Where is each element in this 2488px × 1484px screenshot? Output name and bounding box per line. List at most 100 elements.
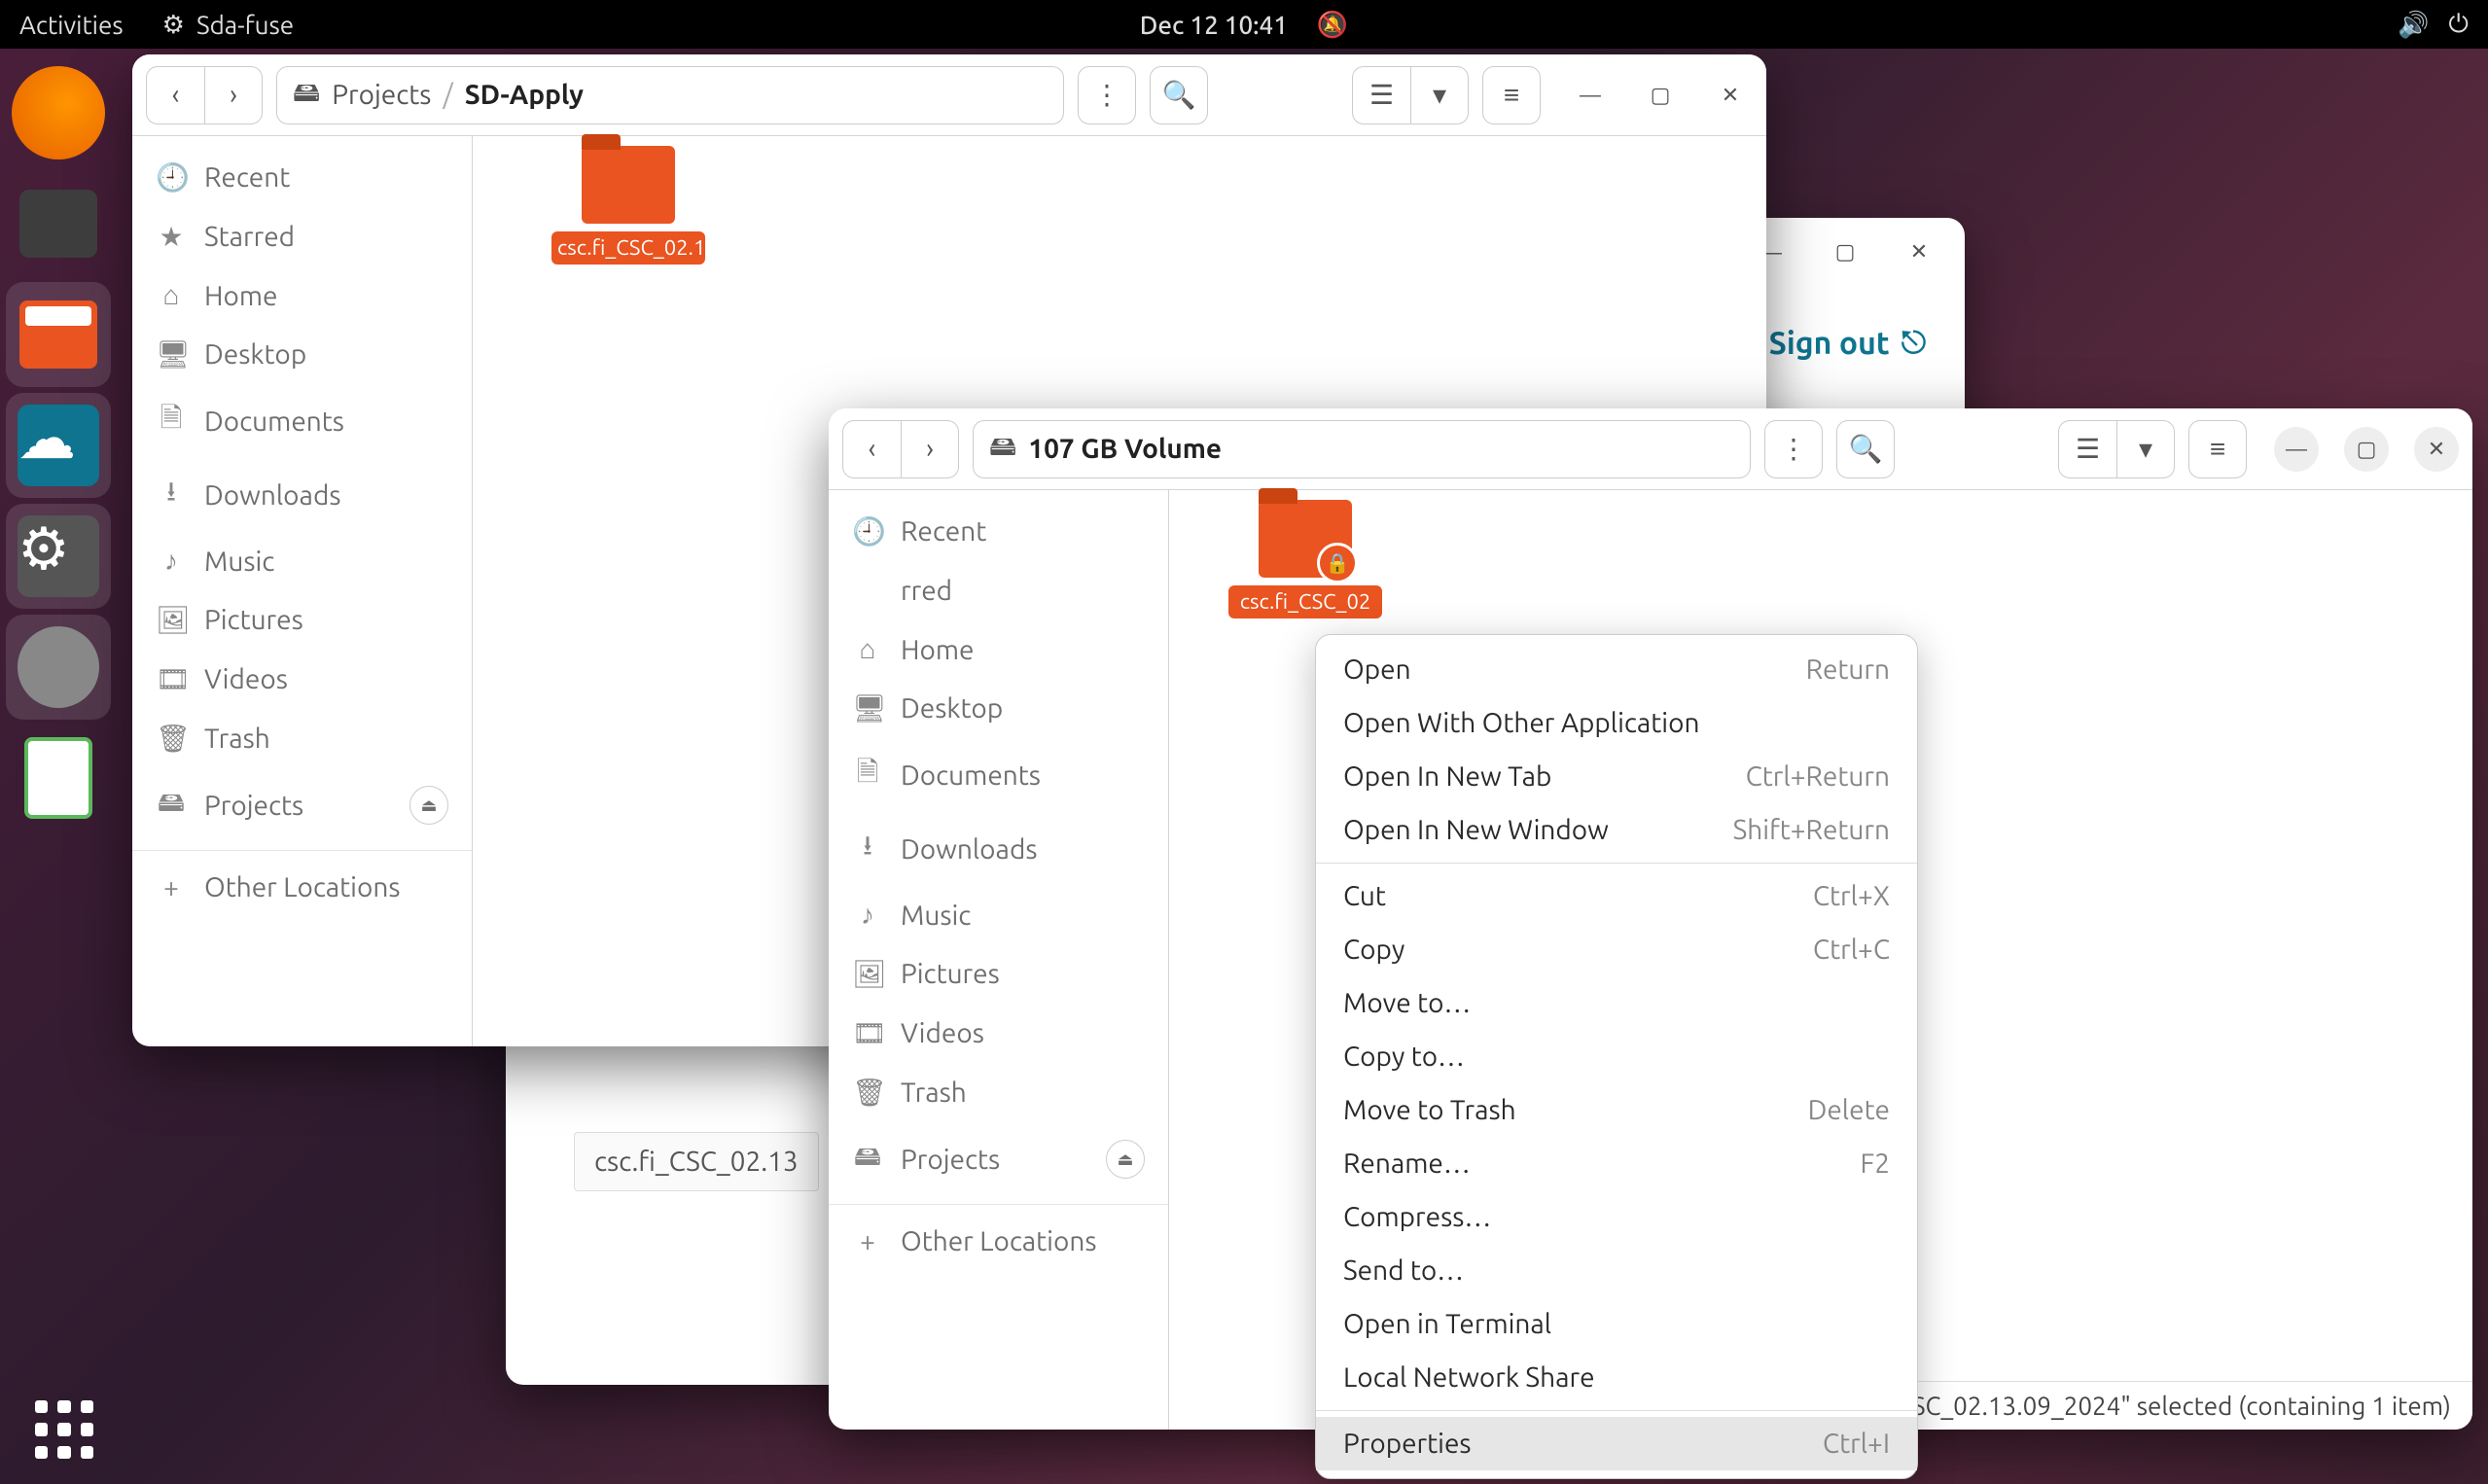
sidebar-videos[interactable]: 🎞Videos [829,1004,1168,1063]
nav-back[interactable]: ‹ [842,420,901,478]
ctx-move-to[interactable]: Move to… [1316,976,1917,1030]
show-applications[interactable] [29,1395,99,1465]
sidebar-projects[interactable]: 🖴Projects⏏ [132,768,472,842]
minimize-button[interactable]: — [1568,73,1613,118]
ctx-open-with[interactable]: Open With Other Application [1316,696,1917,750]
sidebar-documents[interactable]: 🗎Documents [829,738,1168,812]
ctx-network-share[interactable]: Local Network Share [1316,1351,1917,1404]
ctx-move-trash[interactable]: Move to TrashDelete [1316,1083,1917,1137]
view-dropdown[interactable]: ▾ [2116,420,2175,478]
sidebar-starred[interactable]: ★rred [829,561,1168,620]
view-toggle: ☰ ▾ [1352,66,1469,124]
ctx-copy[interactable]: CopyCtrl+C [1316,923,1917,976]
dock-firefox[interactable] [6,60,111,165]
app-icon: ⚙ [162,10,185,40]
bg-maximize[interactable]: ▢ [1823,230,1867,274]
maximize-button[interactable]: ▢ [2344,427,2389,472]
dock-cloud-app[interactable]: ☁ [6,393,111,498]
nav-forward[interactable]: › [901,420,959,478]
sidebar-pictures[interactable]: 🖼Pictures [829,944,1168,1004]
sidebar-starred[interactable]: ★Starred [132,207,472,266]
crumb-sd-apply[interactable]: SD-Apply [465,80,584,110]
more-menu[interactable]: ⋮ [1764,420,1823,478]
breadcrumb[interactable]: 🖴 Projects / SD-Apply [276,66,1064,124]
sidebar-label: Home [204,281,278,311]
dock-settings[interactable]: ⚙ [6,504,111,609]
activities-button[interactable]: Activities [19,11,124,39]
folder-csc[interactable]: csc.fi_CSC_02.13.09_2024 [551,146,706,265]
sidebar-pictures[interactable]: 🖼Pictures [132,590,472,650]
ctx-send-to[interactable]: Send to… [1316,1244,1917,1297]
volume-icon[interactable]: 🔊 [2398,10,2429,40]
sidebar-label: Desktop [204,339,306,370]
sidebar-downloads[interactable]: ⭳Downloads [829,812,1168,886]
folder-csc-locked[interactable]: csc.fi_CSC_02 [1227,500,1383,618]
pictures-icon: 🖼 [156,604,187,636]
sidebar-desktop[interactable]: 🖥Desktop [829,679,1168,738]
ctx-cut[interactable]: CutCtrl+X [1316,869,1917,923]
sidebar-trash[interactable]: 🗑Trash [829,1063,1168,1122]
sidebar-home[interactable]: ⌂Home [132,266,472,325]
view-dropdown[interactable]: ▾ [1410,66,1469,124]
active-app[interactable]: ⚙ Sda-fuse [162,10,294,40]
dock-disks[interactable] [6,615,111,720]
ctx-compress[interactable]: Compress… [1316,1190,1917,1244]
ctx-open-window[interactable]: Open In New WindowShift+Return [1316,803,1917,857]
sidebar-recent[interactable]: 🕘Recent [132,148,472,207]
eject-icon[interactable]: ⏏ [409,786,448,825]
sidebar-videos[interactable]: 🎞Videos [132,650,472,709]
sidebar-label: Videos [901,1018,984,1048]
search-button[interactable]: 🔍 [1836,420,1895,478]
sidebar-other-locations[interactable]: +Other Locations [132,850,472,916]
ctx-properties[interactable]: PropertiesCtrl+I [1316,1417,1917,1470]
nav-forward[interactable]: › [204,66,263,124]
nav-back[interactable]: ‹ [146,66,204,124]
maximize-button[interactable]: ▢ [1638,73,1683,118]
crumb-volume[interactable]: 107 GB Volume [1028,434,1222,464]
dock-trash[interactable] [6,725,111,830]
ctx-open-terminal[interactable]: Open in Terminal [1316,1297,1917,1351]
sidebar-desktop[interactable]: 🖥 Desktop [132,325,472,384]
ctx-rename[interactable]: Rename…F2 [1316,1137,1917,1190]
notifications-icon[interactable]: 🔕 [1317,10,1348,40]
dock-terminal[interactable] [6,171,111,276]
close-button[interactable]: ✕ [2414,427,2459,472]
sidebar-projects[interactable]: 🖴Projects⏏ [829,1122,1168,1196]
bg-close[interactable]: ✕ [1897,230,1941,274]
sidebar-documents[interactable]: 🗎Documents [132,384,472,458]
sidebar-label: Recent [204,162,290,193]
view-list[interactable]: ☰ [2058,420,2116,478]
ctx-separator [1316,863,1917,864]
sidebar-trash[interactable]: 🗑Trash [132,709,472,768]
hamburger-menu[interactable]: ≡ [2188,420,2247,478]
power-icon[interactable]: ⏻ [2448,9,2469,40]
sidebar-label: Music [204,547,274,577]
ctx-copy-to[interactable]: Copy to… [1316,1030,1917,1083]
sidebar-label: Downloads [204,480,340,511]
desktop-icon: 🖥 [156,338,187,371]
sidebar-recent[interactable]: 🕘Recent [829,502,1168,561]
ctx-open[interactable]: OpenReturn [1316,643,1917,696]
crumb-projects[interactable]: Projects [332,80,431,110]
sidebar-other-locations[interactable]: +Other Locations [829,1204,1168,1270]
sign-out-button[interactable]: Sign out ⎋ [1769,325,1926,362]
plus-icon: + [156,872,187,902]
eject-icon[interactable]: ⏏ [1106,1140,1145,1179]
minimize-button[interactable]: — [2274,427,2319,472]
sidebar-downloads[interactable]: ⭳Downloads [132,458,472,532]
more-menu[interactable]: ⋮ [1078,66,1136,124]
sidebar-home[interactable]: ⌂Home [829,620,1168,679]
dock-files[interactable] [6,282,111,387]
hamburger-menu[interactable]: ≡ [1482,66,1541,124]
nav-back-forward: ‹ › [146,66,263,124]
sidebar-music[interactable]: ♪Music [132,532,472,590]
sidebar-music[interactable]: ♪Music [829,886,1168,944]
search-button[interactable]: 🔍 [1150,66,1208,124]
ctx-open-tab[interactable]: Open In New TabCtrl+Return [1316,750,1917,803]
drive-icon: 🖴 [989,426,1016,473]
close-button[interactable]: ✕ [1708,73,1753,118]
clock[interactable]: Dec 12 10:41 [1140,11,1288,39]
breadcrumb[interactable]: 🖴 107 GB Volume [973,420,1751,478]
recent-icon: 🕘 [852,515,883,548]
view-list[interactable]: ☰ [1352,66,1410,124]
